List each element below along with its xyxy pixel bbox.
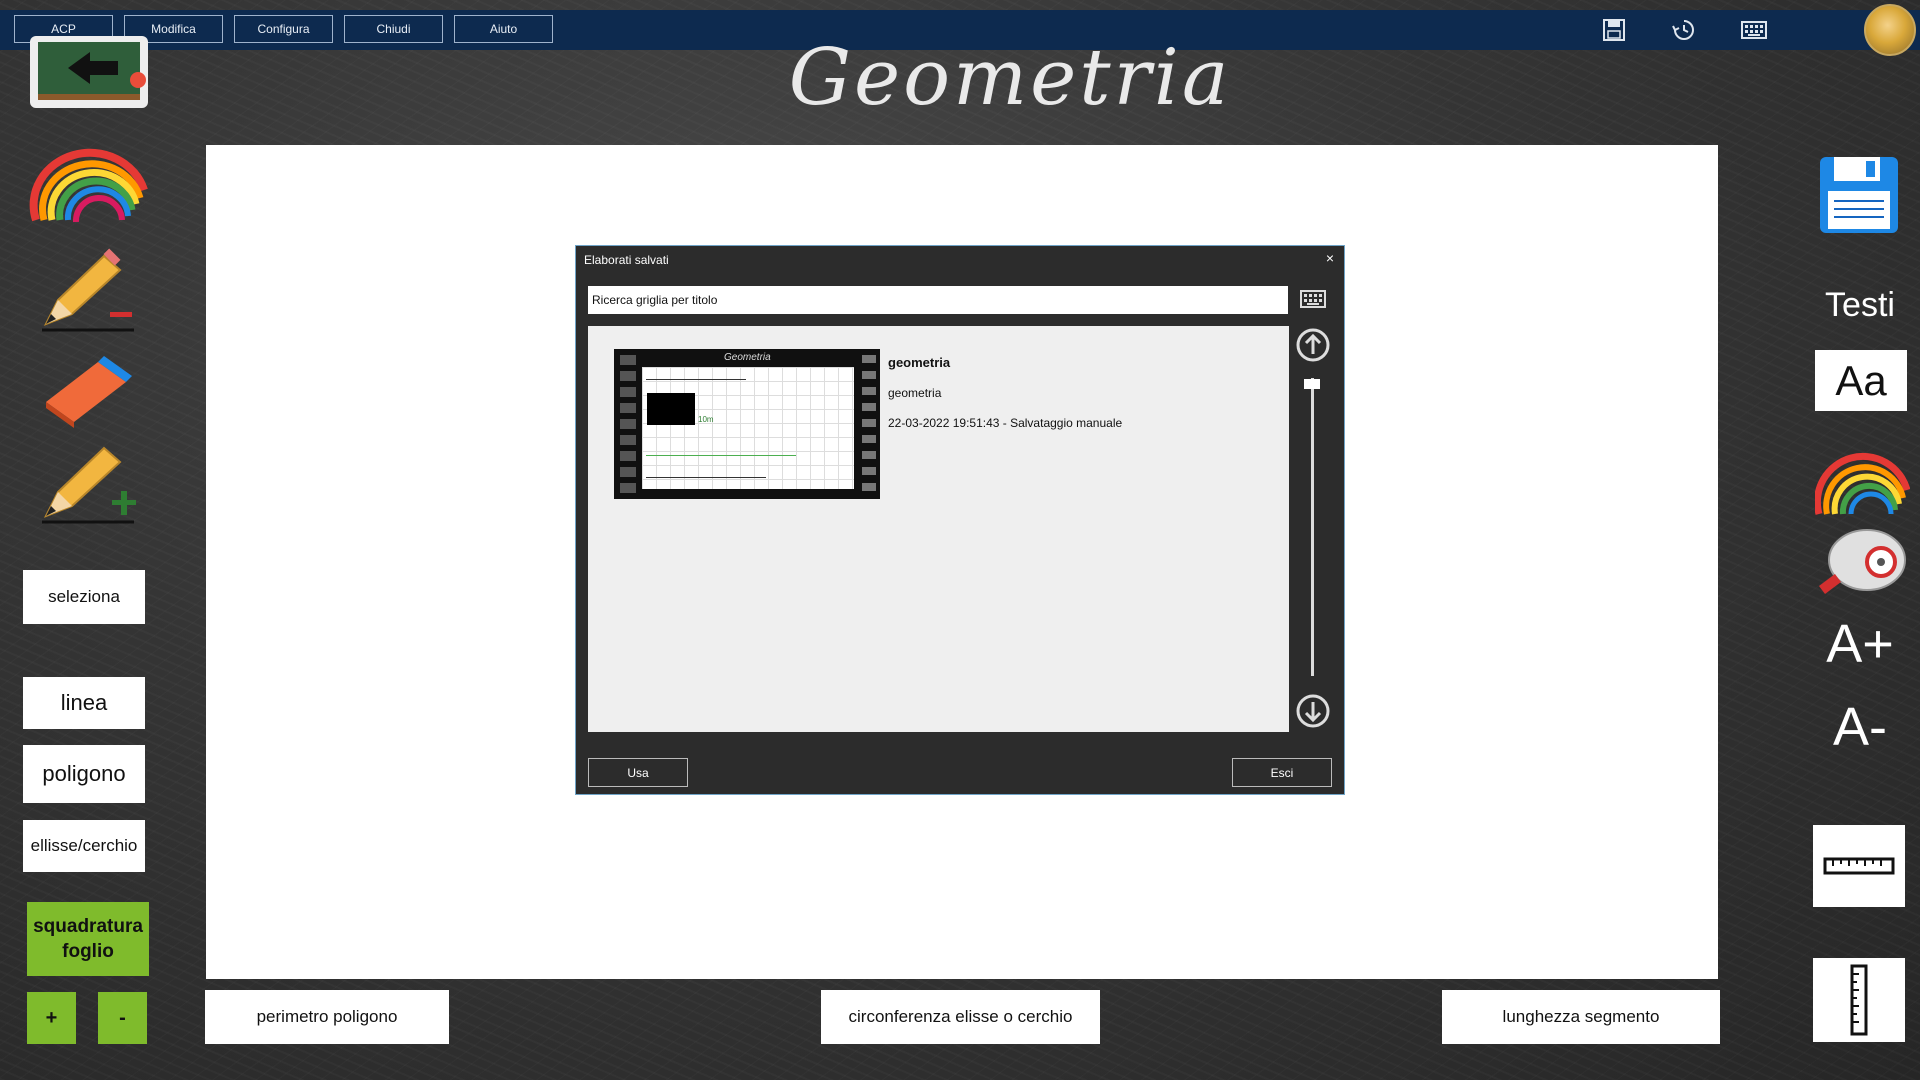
font-sample-button[interactable]: Aa <box>1815 350 1907 411</box>
user-avatar[interactable] <box>1864 4 1916 56</box>
search-input[interactable] <box>588 286 1288 314</box>
use-button[interactable]: Usa <box>588 758 688 787</box>
close-icon[interactable]: × <box>1326 250 1334 266</box>
thumbnail-square <box>647 393 695 425</box>
scroll-down-icon[interactable] <box>1296 694 1330 728</box>
item-title: geometria <box>888 355 951 370</box>
save-icon[interactable] <box>1600 18 1628 42</box>
keyboard-icon[interactable] <box>1300 290 1326 310</box>
scrollbar-track[interactable] <box>1311 378 1314 676</box>
grid-increase-button[interactable]: + <box>27 992 76 1044</box>
pencil-thin-icon[interactable] <box>34 248 158 332</box>
saved-works-dialog: Elaborati salvati × 10m Geometria geomet… <box>575 245 1345 795</box>
thumbnail-measure: 10m <box>698 415 714 424</box>
item-subtitle: geometria <box>888 386 942 400</box>
font-decrease-button[interactable]: A- <box>1812 695 1908 759</box>
thumbnail-line-2 <box>646 477 766 478</box>
back-chalkboard-icon[interactable] <box>28 30 150 112</box>
item-thumbnail: 10m Geometria <box>614 349 880 499</box>
menu-configura[interactable]: Configura <box>234 15 333 43</box>
eraser-icon[interactable] <box>40 350 164 434</box>
font-increase-button[interactable]: A+ <box>1812 612 1908 676</box>
circumference-button[interactable]: circonferenza elisse o cerchio <box>821 990 1100 1044</box>
dialog-title: Elaborati salvati <box>584 253 669 267</box>
exit-button[interactable]: Esci <box>1232 758 1332 787</box>
grid-paper-button[interactable]: squadratura foglio <box>27 902 149 976</box>
saved-works-list: 10m Geometria geometria geometria 22-03-… <box>588 326 1289 732</box>
correction-tape-icon[interactable] <box>1815 526 1910 596</box>
segment-length-button[interactable]: lunghezza segmento <box>1442 990 1720 1044</box>
line-button[interactable]: linea <box>23 677 145 729</box>
thumbnail-line <box>646 379 746 380</box>
page-title: Geometria <box>788 33 1232 123</box>
keyboard-icon[interactable] <box>1740 18 1768 42</box>
texts-label[interactable]: Testi <box>1812 280 1908 330</box>
menu-aiuto[interactable]: Aiuto <box>454 15 553 43</box>
item-date: 22-03-2022 19:51:43 - Salvataggio manual… <box>888 416 1123 430</box>
vertical-ruler-icon[interactable] <box>1813 958 1905 1042</box>
ellipse-circle-button[interactable]: ellisse/cerchio <box>23 820 145 872</box>
text-color-rainbow-icon[interactable] <box>1813 450 1911 516</box>
polygon-perimeter-button[interactable]: perimetro poligono <box>205 990 449 1044</box>
thumbnail-right-toolbar <box>862 355 876 493</box>
thumbnail-sheet: 10m <box>642 367 854 489</box>
rainbow-color-icon[interactable] <box>28 140 152 224</box>
polygon-button[interactable]: poligono <box>23 745 145 803</box>
scrollbar-thumb[interactable] <box>1304 379 1320 389</box>
grid-decrease-button[interactable]: - <box>98 992 147 1044</box>
floppy-save-icon[interactable] <box>1818 155 1900 235</box>
thumbnail-title: Geometria <box>724 352 771 363</box>
horizontal-ruler-icon[interactable] <box>1813 825 1905 907</box>
select-button[interactable]: seleziona <box>23 570 145 624</box>
scroll-up-icon[interactable] <box>1296 328 1330 362</box>
pencil-thick-icon[interactable] <box>34 440 158 524</box>
history-icon[interactable] <box>1670 18 1698 42</box>
thumbnail-line-green <box>646 455 796 456</box>
thumbnail-left-toolbar <box>620 355 636 493</box>
menu-chiudi[interactable]: Chiudi <box>344 15 443 43</box>
